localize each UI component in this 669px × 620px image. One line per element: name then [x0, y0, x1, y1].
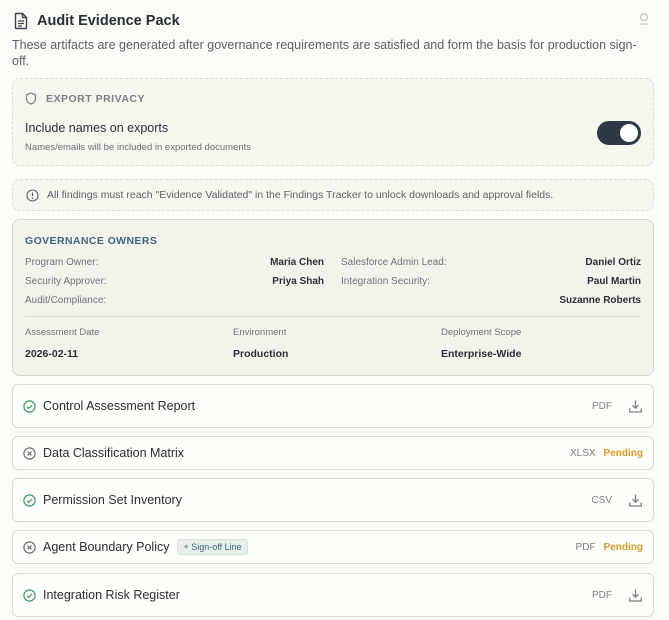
export-privacy-heading: EXPORT PRIVACY: [25, 92, 145, 105]
owner-name: Maria Chen: [270, 257, 324, 268]
artifact-row: Permission Set Inventory CSV: [12, 478, 654, 522]
divider: [25, 316, 641, 317]
document-icon: [14, 12, 28, 30]
owner-name: Paul Martin: [587, 276, 641, 287]
meta-value: 2026-02-11: [25, 348, 79, 360]
pending-badge: Pending: [603, 541, 643, 553]
meta-value: Enterprise-Wide: [441, 348, 522, 360]
pin-icon[interactable]: [638, 12, 650, 26]
artifact-name: Integration Risk Register: [43, 588, 180, 602]
artifact-actions: CSV: [591, 479, 643, 521]
download-icon[interactable]: [628, 493, 643, 508]
findings-notice: All findings must reach "Evidence Valida…: [12, 179, 654, 211]
artifact-actions: XLSX Pending: [570, 437, 643, 469]
artifact-row: Data Classification Matrix XLSX Pending: [12, 436, 654, 470]
artifact-name: Agent Boundary Policy: [43, 540, 170, 554]
artifact-format: PDF: [592, 400, 612, 412]
meta-value: Production: [233, 348, 289, 360]
export-privacy-panel: EXPORT PRIVACY Include names on exports …: [12, 78, 654, 166]
pending-badge: Pending: [603, 447, 643, 459]
governance-owners-heading: GOVERNANCE OWNERS: [25, 235, 158, 247]
x-circle-icon: [23, 446, 36, 460]
toggle-knob: [620, 124, 638, 142]
artifact-actions: PDF: [592, 385, 643, 427]
findings-notice-text: All findings must reach "Evidence Valida…: [47, 189, 554, 201]
meta-label: Assessment Date: [25, 327, 100, 338]
owner-role: Audit/Compliance:: [25, 295, 107, 306]
include-names-label: Include names on exports: [25, 121, 169, 135]
check-circle-icon: [23, 493, 36, 507]
sign-off-chip[interactable]: + Sign-off Line: [177, 539, 248, 555]
owner-role: Integration Security:: [341, 276, 430, 287]
page-description: These artifacts are generated after gove…: [12, 38, 637, 68]
page-title: Audit Evidence Pack: [37, 13, 180, 29]
artifact-format: XLSX: [569, 447, 596, 459]
meta-label: Environment: [233, 327, 287, 338]
artifact-name: Permission Set Inventory: [43, 493, 182, 507]
x-circle-icon: [23, 540, 36, 554]
artifact-actions: PDF: [592, 574, 643, 616]
owner-role: Security Approver:: [25, 276, 107, 287]
download-icon[interactable]: [628, 399, 643, 414]
include-names-subtext: Names/emails will be included in exporte…: [25, 142, 252, 153]
check-circle-icon: [23, 399, 36, 413]
artifact-format: PDF: [592, 589, 612, 601]
meta-label: Deployment Scope: [441, 327, 522, 338]
include-names-toggle[interactable]: [597, 121, 641, 145]
artifact-format: PDF: [575, 541, 596, 553]
artifact-row: Integration Risk Register PDF: [12, 573, 654, 617]
owner-name: Priya Shah: [272, 276, 324, 287]
shield-icon: [25, 92, 37, 105]
artifact-name: Control Assessment Report: [43, 399, 196, 413]
header: Audit Evidence Pack: [13, 11, 656, 31]
owner-name: Suzanne Roberts: [559, 295, 641, 306]
artifact-name: Data Classification Matrix: [43, 446, 185, 460]
info-icon: [26, 188, 39, 202]
owner-name: Daniel Ortiz: [585, 257, 641, 268]
export-privacy-heading-text: EXPORT PRIVACY: [46, 92, 145, 105]
download-icon[interactable]: [628, 588, 643, 603]
governance-owners-panel: GOVERNANCE OWNERS Program Owner: Maria C…: [12, 219, 654, 376]
artifact-actions: PDF Pending: [576, 531, 643, 563]
owner-role: Program Owner:: [25, 257, 99, 268]
artifact-format: CSV: [591, 494, 612, 506]
owner-role: Salesforce Admin Lead:: [341, 257, 447, 268]
artifact-row: Agent Boundary Policy + Sign-off Line PD…: [12, 530, 654, 564]
artifact-row: Control Assessment Report PDF: [12, 384, 654, 428]
check-circle-icon: [23, 588, 36, 602]
